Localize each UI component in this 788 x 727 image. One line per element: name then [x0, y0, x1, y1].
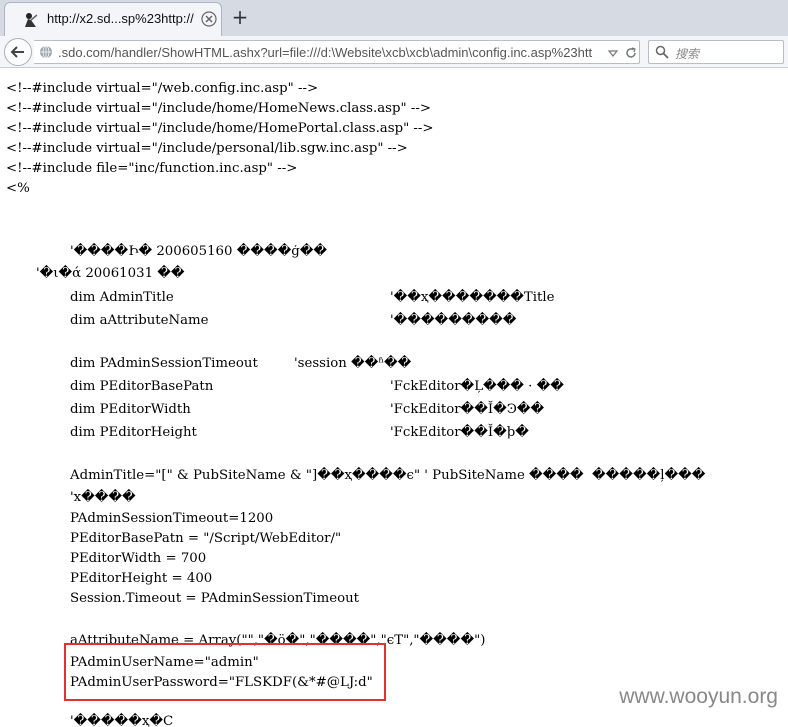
globe-icon: [40, 45, 52, 59]
source-line: PEditorBasePatn = "/Script/WebEditor/": [70, 531, 342, 546]
source-line: '�����ҳ�C: [70, 714, 174, 727]
credential-highlight-box: [64, 643, 386, 701]
search-placeholder: 搜索: [675, 47, 700, 61]
address-bar[interactable]: .sdo.com/handler/ShowHTML.ashx?url=file:…: [34, 40, 640, 64]
source-line: <!--#include virtual="/include/home/Home…: [6, 121, 434, 136]
source-line: dim PEditorWidth: [70, 402, 191, 417]
url-text: .sdo.com/handler/ShowHTML.ashx?url=file:…: [58, 45, 593, 60]
source-comment: 'FckEditor��Ĭ�ϸ�: [390, 425, 529, 440]
source-line: PEditorWidth = 700: [70, 551, 207, 566]
source-comment: 'session ��ʱ��: [294, 356, 412, 371]
source-line: PEditorHeight = 400: [70, 571, 213, 586]
source-line: 'x����: [70, 490, 136, 505]
back-button[interactable]: [4, 38, 32, 66]
source-line: <!--#include virtual="/include/home/Home…: [6, 101, 431, 116]
search-icon: [655, 45, 669, 59]
reload-icon[interactable]: [624, 46, 638, 60]
source-line: dim PAdminSessionTimeout: [70, 356, 258, 371]
source-line: '�ι�ά 20061031 ��: [36, 266, 185, 281]
browser-tab[interactable]: http://x2.sd...sp%23http://: [4, 2, 222, 36]
source-line: <!--#include virtual="/include/personal/…: [6, 141, 408, 156]
source-line: dim aAttributeName: [70, 313, 209, 328]
source-comment: '��ҳ�������Title: [390, 290, 555, 305]
source-line: Session.Timeout = PAdminSessionTimeout: [70, 591, 360, 606]
source-line: <%: [6, 181, 30, 196]
source-line: PAdminSessionTimeout=1200: [70, 511, 274, 526]
source-comment: 'FckEditor�Ļ��� · ��: [390, 379, 564, 394]
search-box[interactable]: 搜索: [648, 40, 784, 64]
dropdown-icon[interactable]: [606, 46, 620, 60]
source-line: AdminTitle="[" & PubSiteName & "]��ҳ����…: [70, 468, 706, 483]
source-comment: 'FckEditor��Ĭ�Ͽ��: [390, 402, 545, 417]
close-tab-icon[interactable]: [201, 11, 217, 27]
new-tab-button[interactable]: +: [230, 7, 250, 27]
source-line: '����Ի� 200605160 ����ģ��: [70, 244, 328, 259]
tab-strip: http://x2.sd...sp%23http:// +: [0, 0, 788, 36]
navigation-bar: .sdo.com/handler/ShowHTML.ashx?url=file:…: [0, 36, 788, 68]
page-content: <!--#include virtual="/web.config.inc.as…: [0, 68, 788, 727]
watermark: www.wooyun.org: [619, 685, 778, 708]
back-arrow-icon: [10, 46, 24, 58]
source-line: <!--#include file="inc/function.inc.asp"…: [6, 161, 298, 176]
site-favicon-icon: [25, 13, 38, 27]
source-line: dim PEditorHeight: [70, 425, 197, 440]
tab-title: http://x2.sd...sp%23http://: [47, 11, 194, 26]
source-comment: '���������: [390, 313, 517, 328]
source-line: <!--#include virtual="/web.config.inc.as…: [6, 81, 319, 96]
source-line: dim PEditorBasePatn: [70, 379, 214, 394]
source-line: dim AdminTitle: [70, 290, 174, 305]
